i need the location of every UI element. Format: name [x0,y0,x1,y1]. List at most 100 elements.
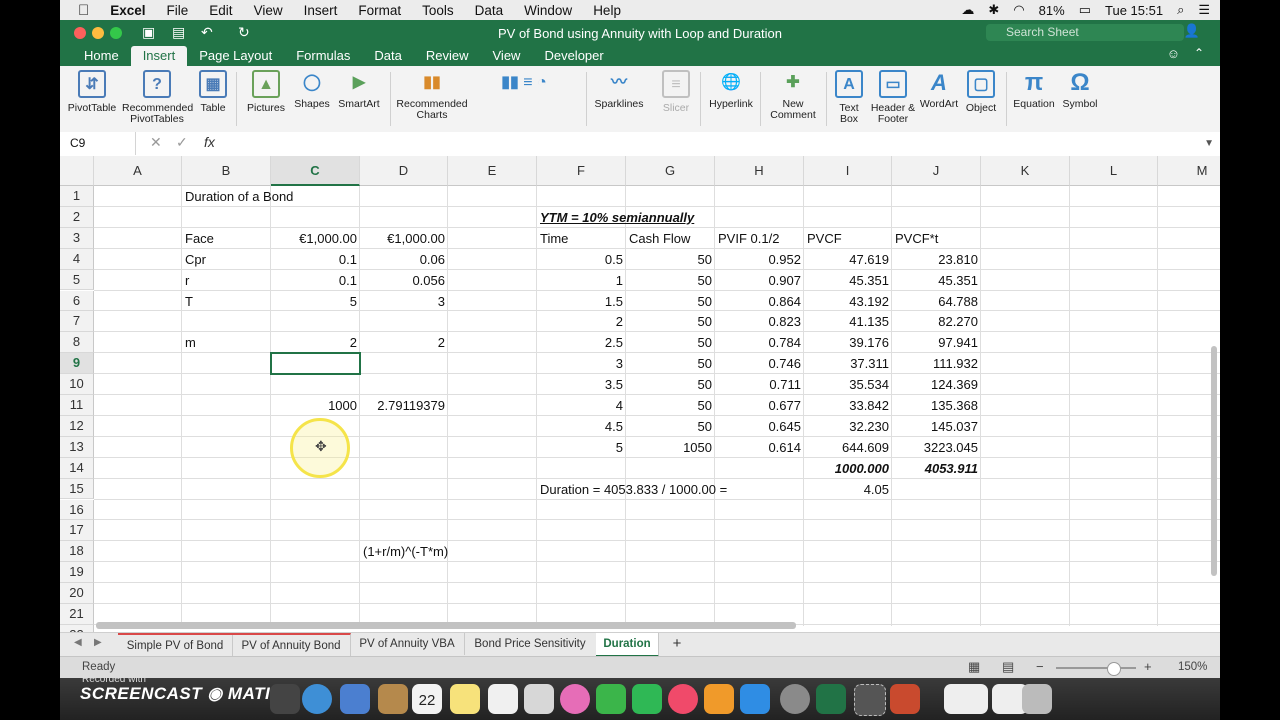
row-header-8[interactable]: 8 [60,332,94,354]
cell-h5[interactable]: 0.907 [715,270,804,290]
cell-f12[interactable]: 4.5 [537,416,626,436]
screenshot-icon[interactable] [854,684,886,716]
cell-i3[interactable]: PVCF [804,228,892,248]
cell-c3[interactable]: €1,000.00 [271,228,360,248]
horizontal-scrollbar[interactable] [96,622,796,629]
hyperlink-button[interactable]: 🌐 Hyperlink [706,70,756,110]
cell-h4[interactable]: 0.952 [715,249,804,269]
row-header-20[interactable]: 20 [60,583,94,604]
menu-data[interactable]: Data [475,3,504,18]
cell-c6[interactable]: 5 [271,291,360,311]
settings-icon[interactable]: ✱ [988,2,999,18]
cell-g11[interactable]: 50 [626,395,715,415]
menu-help[interactable]: Help [593,3,621,18]
chart-types-button[interactable]: ▮▮ ≡ ◔ [474,70,574,99]
tab-insert[interactable]: Insert [130,46,188,66]
cell-h9[interactable]: 0.746 [715,353,804,373]
new-comment-button[interactable]: ✚ New Comment [766,70,820,121]
cell-g8[interactable]: 50 [626,332,715,352]
messages-icon[interactable] [596,684,626,714]
row-header-22[interactable]: 22 [60,624,94,632]
tab-home[interactable]: Home [72,46,131,66]
menu-file[interactable]: File [167,3,189,18]
cell-h8[interactable]: 0.784 [715,332,804,352]
cell-h11[interactable]: 0.677 [715,395,804,415]
row-header-4[interactable]: 4 [60,248,94,270]
row-header-15[interactable]: 15 [60,478,94,500]
cell-g4[interactable]: 50 [626,249,715,269]
cell-d8[interactable]: 2 [360,332,448,352]
expand-formula-icon[interactable]: ▼ [1204,138,1214,149]
name-box[interactable]: C9 [60,132,136,155]
cell-b1[interactable]: Duration of a Bond [182,186,293,206]
column-header-m[interactable]: M [1158,156,1220,186]
cell-j7[interactable]: 82.270 [892,311,981,331]
cell-d18[interactable]: (1+r/m)^(-T*m) [360,541,448,561]
reminders-icon[interactable] [488,684,518,714]
cell-g3[interactable]: Cash Flow [626,228,715,248]
menu-window[interactable]: Window [524,3,572,18]
row-header-21[interactable]: 21 [60,604,94,625]
cell-j13[interactable]: 3223.045 [892,437,981,457]
cell-f13[interactable]: 5 [537,437,626,457]
cell-g5[interactable]: 50 [626,270,715,290]
cell-i14[interactable]: 1000.000 [804,458,892,478]
normal-view-icon[interactable]: ▦ [968,659,980,675]
row-header-6[interactable]: 6 [60,290,94,312]
enter-icon[interactable]: ✓ [176,134,188,151]
object-button[interactable]: ▢ Object [962,70,1000,114]
tab-page-layout[interactable]: Page Layout [187,46,284,66]
excel-icon[interactable] [816,684,846,714]
cell-i15[interactable]: 4.05 [804,479,892,499]
app-store-icon[interactable] [740,684,770,714]
cell-c11[interactable]: 1000 [271,395,360,415]
cell-b8[interactable]: m [182,332,271,352]
cell-i7[interactable]: 41.135 [804,311,892,331]
battery-icon[interactable]: ▭ [1079,2,1091,18]
row-header-17[interactable]: 17 [60,520,94,542]
cell-c5[interactable]: 0.1 [271,270,360,290]
mail-icon[interactable] [340,684,370,714]
row-header-5[interactable]: 5 [60,269,94,291]
creative-cloud-icon[interactable]: ☁ [961,2,974,18]
row-header-7[interactable]: 7 [60,311,94,333]
function-icon[interactable]: fx [204,134,215,150]
cell-i5[interactable]: 45.351 [804,270,892,290]
cell-f11[interactable]: 4 [537,395,626,415]
row-header-9[interactable]: 9 [60,353,94,375]
recommended-pivottables-button[interactable]: ? Recommended PivotTables [122,70,193,125]
row-header-16[interactable]: 16 [60,499,94,521]
sheet-tab-simple-pv[interactable]: Simple PV of Bond [118,633,233,657]
cell-f5[interactable]: 1 [537,270,626,290]
cell-h12[interactable]: 0.645 [715,416,804,436]
cell-i12[interactable]: 32.230 [804,416,892,436]
slicer-button[interactable]: ≡ Slicer [656,70,696,114]
cancel-icon[interactable]: ✕ [150,134,162,151]
row-header-10[interactable]: 10 [60,374,94,395]
cell-j10[interactable]: 124.369 [892,374,981,394]
row-header-13[interactable]: 13 [60,436,94,458]
tab-view[interactable]: View [481,46,533,66]
row-header-19[interactable]: 19 [60,562,94,584]
smiley-feedback-icon[interactable]: ☺ [1167,46,1180,61]
cell-j8[interactable]: 97.941 [892,332,981,352]
zoom-out-icon[interactable]: − [1036,659,1044,674]
column-header-c[interactable]: C [271,156,360,186]
page-layout-view-icon[interactable]: ▤ [1002,659,1014,675]
ibooks-icon[interactable] [704,684,734,714]
menu-format[interactable]: Format [358,3,401,18]
column-header-h[interactable]: H [715,156,804,186]
column-header-i[interactable]: I [804,156,892,186]
cell-c4[interactable]: 0.1 [271,249,360,269]
row-header-18[interactable]: 18 [60,541,94,563]
cell-f4[interactable]: 0.5 [537,249,626,269]
sheet-tab-duration[interactable]: Duration [596,633,659,657]
cell-j4[interactable]: 23.810 [892,249,981,269]
contacts-icon[interactable] [378,684,408,714]
cell-j3[interactable]: PVCF*t [892,228,981,248]
cell-g7[interactable]: 50 [626,311,715,331]
column-header-a[interactable]: A [94,156,182,186]
cell-i11[interactable]: 33.842 [804,395,892,415]
cell-i10[interactable]: 35.534 [804,374,892,394]
cell-j12[interactable]: 145.037 [892,416,981,436]
